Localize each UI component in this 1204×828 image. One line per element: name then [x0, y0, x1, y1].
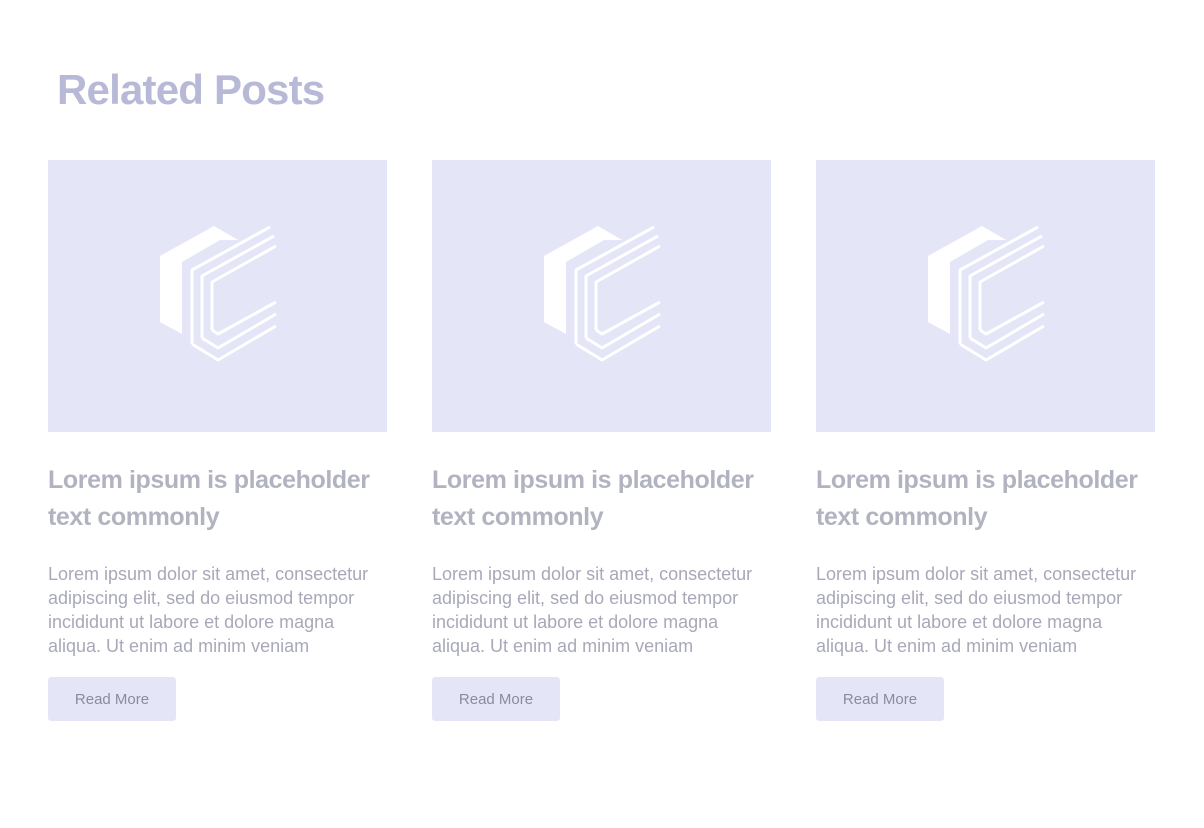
related-posts-list: Lorem ipsum is placeholder text commonly… [48, 160, 1156, 721]
post-image-placeholder[interactable] [816, 160, 1155, 432]
post-title[interactable]: Lorem ipsum is placeholder text commonly [432, 462, 771, 536]
cube-logo-icon [159, 226, 277, 362]
post-card: Lorem ipsum is placeholder text commonly… [816, 160, 1155, 721]
read-more-button[interactable]: Read More [432, 677, 560, 721]
post-excerpt: Lorem ipsum dolor sit amet, consectetur … [48, 564, 369, 656]
post-image-placeholder[interactable] [48, 160, 387, 432]
post-card: Lorem ipsum is placeholder text commonly… [48, 160, 387, 721]
post-title[interactable]: Lorem ipsum is placeholder text commonly [816, 462, 1155, 536]
post-excerpt: Lorem ipsum dolor sit amet, consectetur … [432, 564, 753, 656]
post-excerpt: Lorem ipsum dolor sit amet, consectetur … [816, 564, 1137, 656]
section-title: Related Posts [57, 66, 325, 113]
read-more-button[interactable]: Read More [48, 677, 176, 721]
read-more-button[interactable]: Read More [816, 677, 944, 721]
cube-logo-icon [543, 226, 661, 362]
post-card: Lorem ipsum is placeholder text commonly… [432, 160, 771, 721]
cube-logo-icon [927, 226, 1045, 362]
post-title[interactable]: Lorem ipsum is placeholder text commonly [48, 462, 387, 536]
post-image-placeholder[interactable] [432, 160, 771, 432]
